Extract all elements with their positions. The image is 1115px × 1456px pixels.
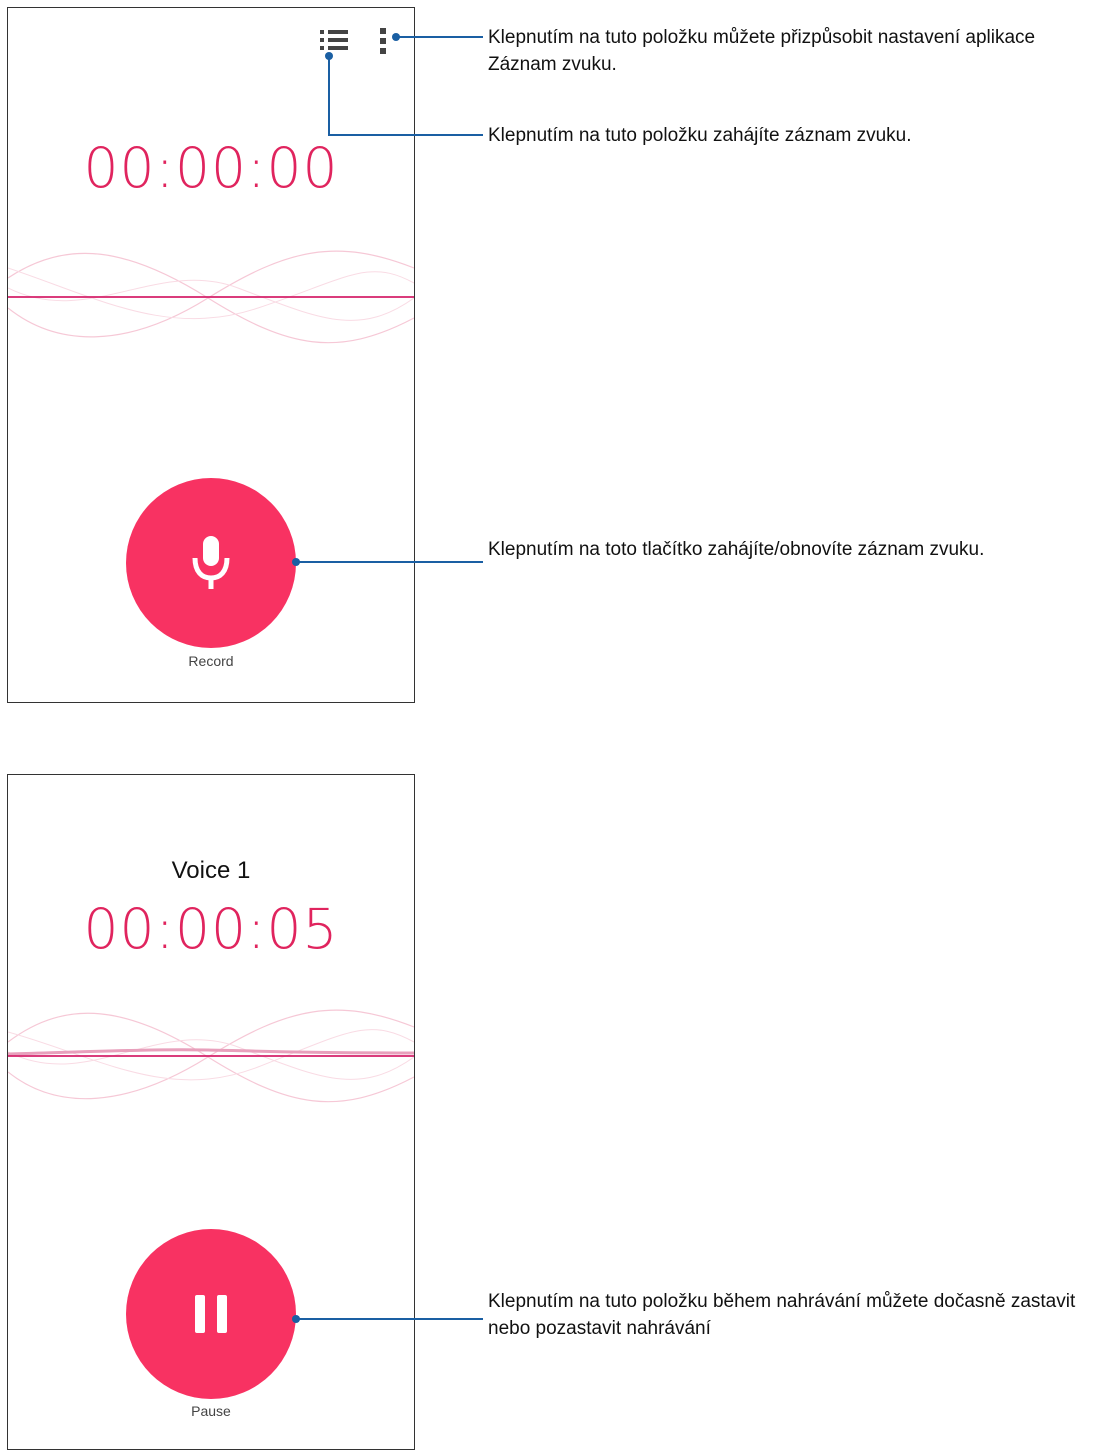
list-icon <box>320 30 348 50</box>
record-button[interactable] <box>126 478 296 648</box>
waveform <box>8 1009 414 1103</box>
pause-icon <box>195 1295 227 1333</box>
callout-line-list-h <box>328 134 483 136</box>
waveform <box>8 250 414 344</box>
recording-title: Voice 1 <box>171 857 251 884</box>
microphone-icon <box>192 536 230 589</box>
more-vert-icon <box>380 28 386 54</box>
record-label: Record <box>188 653 234 669</box>
callout-settings: Klepnutím na tuto položku můžete přizpůs… <box>488 27 1036 75</box>
callout-pause: Klepnutím na tuto položku během nahráván… <box>488 1291 1076 1339</box>
recorder-screen-recording: Voice 1 00:00:05 Pause <box>7 774 415 1450</box>
callout-line-settings <box>398 36 483 38</box>
pause-button[interactable] <box>126 1229 296 1399</box>
pause-label: Pause <box>191 1403 231 1419</box>
callout-line-list <box>328 58 330 135</box>
callout-record: Klepnutím na toto tlačítko zahájíte/obno… <box>488 539 985 560</box>
callout-line-pause <box>298 1318 483 1320</box>
list-button[interactable] <box>318 28 350 54</box>
recorder-screen-idle: 00:00:00 Record <box>7 7 415 703</box>
overflow-menu-button[interactable] <box>378 28 390 54</box>
elapsed-timer: 00:00:00 <box>83 136 339 200</box>
elapsed-timer: 00:00:05 <box>83 897 339 961</box>
callout-line-record <box>298 561 483 563</box>
callout-list: Klepnutím na tuto položku zahájíte zázna… <box>488 125 912 146</box>
